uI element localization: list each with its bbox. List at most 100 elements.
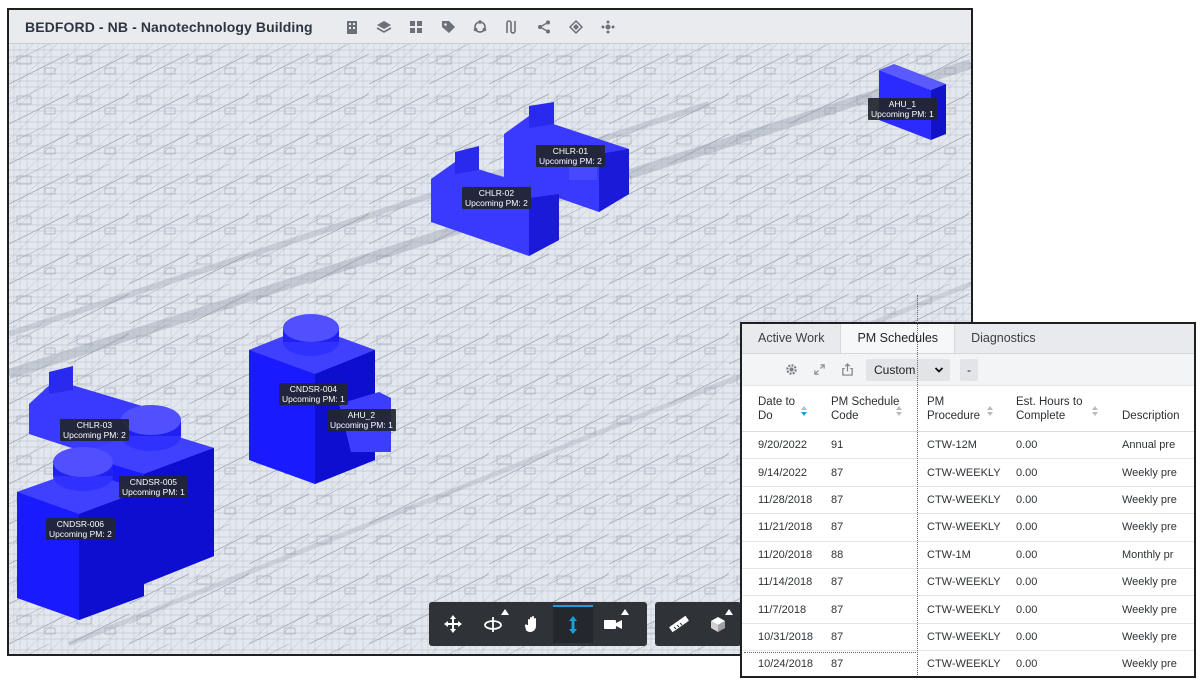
navigation-toolbar <box>429 602 647 646</box>
cell-procedure: CTW-WEEKLY <box>927 521 1001 534</box>
header-icon-bar <box>341 16 619 38</box>
cell-procedure: CTW-WEEKLY <box>927 493 1001 506</box>
zoom-icon[interactable] <box>553 605 593 643</box>
cell-description: Weekly pre <box>1122 658 1177 671</box>
camera-icon[interactable] <box>593 605 633 643</box>
view-select-value: Custom <box>874 362 916 377</box>
cell-hours: 0.00 <box>1016 548 1038 561</box>
panel-tabs: Active Work PM Schedules Diagnostics <box>742 324 1194 354</box>
cell-hours: 0.00 <box>1016 630 1038 643</box>
share-icon[interactable] <box>533 16 555 38</box>
cell-code: 87 <box>831 521 844 534</box>
equipment-label[interactable]: CHLR-02 Upcoming PM: 2 <box>462 187 531 209</box>
cell-procedure: CTW-1M <box>927 548 971 561</box>
cell-procedure: CTW-12M <box>927 439 977 452</box>
measure-icon[interactable] <box>659 605 698 643</box>
cell-date: 11/20/2018 <box>758 548 813 561</box>
move-icon[interactable] <box>433 605 473 643</box>
selection-guide-horizontal <box>744 652 918 653</box>
cell-date: 11/7/2018 <box>758 603 807 616</box>
cell-hours: 0.00 <box>1016 658 1038 671</box>
cell-code: 87 <box>831 493 844 506</box>
cell-hours: 0.00 <box>1016 576 1038 589</box>
cell-description: Weekly pre <box>1122 630 1177 643</box>
pan-icon[interactable] <box>513 605 553 643</box>
column-description[interactable]: Description <box>1122 395 1182 423</box>
viewer-title: BEDFORD - NB - Nanotechnology Building <box>25 18 313 35</box>
sort-icon <box>987 405 993 416</box>
equipment-label[interactable]: CNDSR-004 Upcoming PM: 1 <box>279 383 348 405</box>
cell-hours: 0.00 <box>1016 493 1038 506</box>
cell-description: Weekly pre <box>1122 493 1177 506</box>
panel-toolbar: Custom - <box>742 354 1194 386</box>
column-pm-procedure[interactable]: PM Procedure <box>927 395 1016 423</box>
table-row[interactable]: 11/7/2018 87 CTW-WEEKLY 0.00 Weekly pre <box>742 596 1194 624</box>
cell-code: 87 <box>831 603 844 616</box>
table-row[interactable]: 11/21/2018 87 CTW-WEEKLY 0.00 Weekly pre <box>742 514 1194 542</box>
tab-active-work[interactable]: Active Work <box>742 324 840 353</box>
cycle-icon[interactable] <box>469 16 491 38</box>
cell-date: 10/31/2018 <box>758 630 814 643</box>
cell-description: Weekly pre <box>1122 603 1177 616</box>
tag-icon[interactable] <box>437 16 459 38</box>
cell-code: 87 <box>831 466 844 479</box>
table-row[interactable]: 11/20/2018 88 CTW-1M 0.00 Monthly pr <box>742 542 1194 569</box>
cell-hours: 0.00 <box>1016 521 1038 534</box>
gear-icon[interactable] <box>782 361 800 379</box>
cell-description: Monthly pr <box>1122 548 1174 561</box>
dash-button[interactable]: - <box>960 358 978 381</box>
equipment-label[interactable]: AHU_1 Upcoming PM: 1 <box>868 98 937 120</box>
sort-icon <box>1092 405 1098 416</box>
table-row[interactable]: 10/24/2018 87 CTW-WEEKLY 0.00 Weekly pre <box>742 651 1194 676</box>
cell-date: 9/14/2022 <box>758 466 807 479</box>
cell-procedure: CTW-WEEKLY <box>927 658 1001 671</box>
sort-icon <box>896 405 902 416</box>
equipment-label[interactable]: CNDSR-006 Upcoming PM: 2 <box>46 518 115 540</box>
cell-date: 11/14/2018 <box>758 576 813 589</box>
table-header: Date to Do PM Schedule Code PM Procedure Es… <box>742 386 1194 432</box>
cell-date: 9/20/2022 <box>758 439 807 452</box>
expand-icon[interactable] <box>810 361 828 379</box>
building-icon[interactable] <box>341 16 363 38</box>
equipment-label[interactable]: CNDSR-005 Upcoming PM: 1 <box>119 476 188 498</box>
system-icon[interactable] <box>565 16 587 38</box>
cell-procedure: CTW-WEEKLY <box>927 576 1001 589</box>
table-row[interactable]: 10/31/2018 87 CTW-WEEKLY 0.00 Weekly pre <box>742 624 1194 652</box>
pm-schedules-panel: Active Work PM Schedules Diagnostics Cus… <box>740 322 1196 678</box>
cell-description: Weekly pre <box>1122 466 1177 479</box>
cell-code: 88 <box>831 548 844 561</box>
equipment-label[interactable]: AHU_2 Upcoming PM: 1 <box>327 409 396 431</box>
table-row[interactable]: 9/14/2022 87 CTW-WEEKLY 0.00 Weekly pre <box>742 459 1194 487</box>
network-icon[interactable] <box>597 16 619 38</box>
tab-diagnostics[interactable]: Diagnostics <box>955 324 1052 353</box>
cell-code: 91 <box>831 439 844 452</box>
cell-description: Annual pre <box>1122 439 1176 452</box>
cell-hours: 0.00 <box>1016 603 1038 616</box>
tools-toolbar <box>655 602 741 646</box>
equipment-label[interactable]: CHLR-01 Upcoming PM: 2 <box>536 145 605 167</box>
table-row[interactable]: 11/14/2018 87 CTW-WEEKLY 0.00 Weekly pre <box>742 569 1194 597</box>
tab-pm-schedules[interactable]: PM Schedules <box>840 324 956 353</box>
equipment-label[interactable]: CHLR-03 Upcoming PM: 2 <box>60 419 129 441</box>
column-est-hours[interactable]: Est. Hours to Complete <box>1016 395 1122 423</box>
sort-icon <box>801 405 807 416</box>
view-select[interactable]: Custom <box>866 358 950 381</box>
orbit-icon[interactable] <box>473 605 513 643</box>
section-icon[interactable] <box>698 605 737 643</box>
cell-hours: 0.00 <box>1016 439 1038 452</box>
column-pm-schedule-code[interactable]: PM Schedule Code <box>831 395 927 423</box>
cell-procedure: CTW-WEEKLY <box>927 466 1001 479</box>
flow-icon[interactable] <box>501 16 523 38</box>
pm-schedule-table: Date to Do PM Schedule Code PM Procedure Es… <box>742 386 1194 676</box>
table-body: 9/20/2022 91 CTW-12M 0.00 Annual pre 9/14/20… <box>742 432 1194 676</box>
layers-icon[interactable] <box>373 16 395 38</box>
viewer-header: BEDFORD - NB - Nanotechnology Building <box>9 10 971 44</box>
export-icon[interactable] <box>838 361 856 379</box>
column-date-to-do[interactable]: Date to Do <box>758 395 831 423</box>
cell-description: Weekly pre <box>1122 576 1177 589</box>
grid-icon[interactable] <box>405 16 427 38</box>
cell-procedure: CTW-WEEKLY <box>927 603 1001 616</box>
cell-description: Weekly pre <box>1122 521 1177 534</box>
table-row[interactable]: 9/20/2022 91 CTW-12M 0.00 Annual pre <box>742 432 1194 460</box>
table-row[interactable]: 11/28/2018 87 CTW-WEEKLY 0.00 Weekly pre <box>742 487 1194 515</box>
